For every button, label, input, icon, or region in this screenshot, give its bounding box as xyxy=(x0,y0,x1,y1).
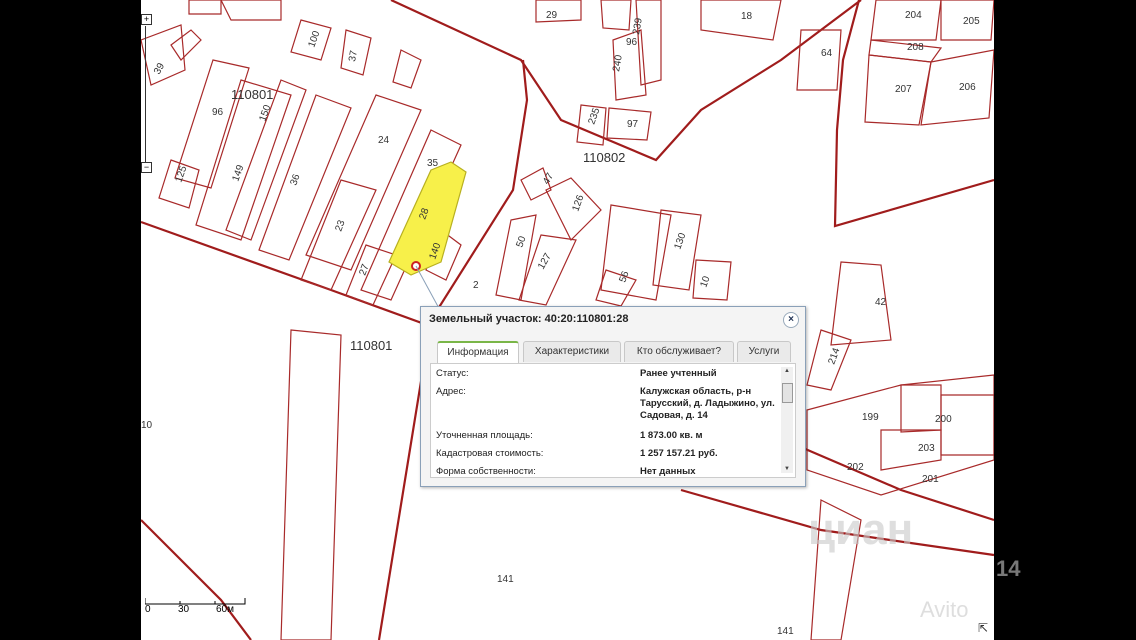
parcel-label: 130 xyxy=(672,231,688,251)
scroll-down-icon[interactable]: ▼ xyxy=(782,465,792,473)
parcel-label: 27 xyxy=(357,262,371,277)
parcel-label: 203 xyxy=(918,443,935,454)
parcel-label: 201 xyxy=(922,474,939,485)
parcel-label: 214 xyxy=(826,346,842,366)
parcel-label: 141 xyxy=(497,574,514,585)
parcel-label: 96 xyxy=(626,37,638,48)
parcel-info-popup: Земельный участок: 40:20:110801:28 × Инф… xyxy=(420,306,806,487)
parcel-label: 23 xyxy=(333,218,347,233)
parcel-label: 199 xyxy=(862,412,879,423)
scale-label-0: 0 xyxy=(145,604,151,615)
parcel-label: 42 xyxy=(875,297,887,308)
block-boundary xyxy=(390,0,862,162)
parcel-label: 36 xyxy=(288,172,302,187)
parcel-label: 202 xyxy=(847,462,864,473)
parcel-label: 141 xyxy=(777,626,794,637)
scale-label-30: 30 xyxy=(178,604,190,615)
parcel-label: 110801 xyxy=(231,87,273,102)
parcel-label: 37 xyxy=(347,49,360,62)
scroll-thumb[interactable] xyxy=(782,383,793,403)
parcel-label: 29 xyxy=(546,10,558,21)
scale-ruler xyxy=(145,598,246,605)
parcel-label: 205 xyxy=(963,16,980,27)
parcel-label: 235 xyxy=(586,106,602,126)
parcel-label: 200 xyxy=(935,414,952,425)
area-label: Уточненная площадь: xyxy=(436,430,533,441)
parcel-label: 240 xyxy=(611,54,625,73)
cian-watermark: циан xyxy=(808,505,914,554)
parcel-label: 239 xyxy=(631,17,645,36)
parcel-label: 24 xyxy=(378,135,390,146)
parcel-label: 208 xyxy=(907,42,924,53)
parcel-label: 96 xyxy=(212,107,224,118)
cost-label: Кадастровая стоимость: xyxy=(436,448,544,459)
parcel-label: 64 xyxy=(821,48,833,59)
parcel-label: 204 xyxy=(905,10,922,21)
block-boundary-2 xyxy=(833,0,994,228)
cian-watermark-number: 14 xyxy=(996,556,1021,581)
popup-scrollbar[interactable]: ▲ ▼ xyxy=(781,367,793,473)
parcel-label: 207 xyxy=(895,84,912,95)
address-value: Калужская область, р-н Тарусский, д. Лад… xyxy=(640,386,775,421)
parcel-label: 2 xyxy=(473,280,479,291)
tab-characteristics[interactable]: Характеристики xyxy=(523,341,621,362)
parcel-label: 110802 xyxy=(583,150,625,165)
parcel-label: 10 xyxy=(141,420,153,431)
parcel-label: 10 xyxy=(698,274,712,289)
ownership-label: Форма собственности: xyxy=(436,466,536,477)
status-value: Ранее учтенный xyxy=(640,368,717,379)
popup-content[interactable]: Статус: Ранее учтенный Адрес: Калужская … xyxy=(430,363,796,478)
parcel-label: 127 xyxy=(536,251,554,271)
close-icon[interactable]: × xyxy=(783,312,799,328)
parcel-label: 110801 xyxy=(350,338,392,353)
scale-label-60: 60м xyxy=(216,604,234,615)
parcel-label: 97 xyxy=(627,119,639,130)
cost-value: 1 257 157.21 руб. xyxy=(640,448,718,459)
status-label: Статус: xyxy=(436,368,469,379)
parcel-label: 47 xyxy=(541,171,556,187)
parcel-label: 39 xyxy=(152,61,167,77)
zoom-out-button[interactable]: − xyxy=(141,162,152,173)
ownership-value: Нет данных xyxy=(640,466,696,477)
lower-boundary xyxy=(141,519,252,640)
popup-title: Земельный участок: 40:20:110801:28 xyxy=(429,313,629,325)
zoom-control[interactable]: + − xyxy=(141,14,152,174)
parcel-label: 126 xyxy=(570,193,586,213)
tab-info[interactable]: Информация xyxy=(437,341,519,363)
avito-watermark: Avito xyxy=(920,597,969,622)
tab-who-serves[interactable]: Кто обслуживает? xyxy=(624,341,734,362)
scroll-up-icon[interactable]: ▲ xyxy=(782,367,792,375)
zoom-in-button[interactable]: + xyxy=(141,14,152,25)
address-label: Адрес: xyxy=(436,386,466,397)
parcel-label: 206 xyxy=(959,82,976,93)
parcel-label: 50 xyxy=(514,234,528,249)
zoom-slider-track[interactable] xyxy=(145,26,146,162)
area-value: 1 873.00 кв. м xyxy=(640,430,703,441)
parcel-label: 35 xyxy=(427,158,439,169)
parcel-label: 100 xyxy=(306,29,322,49)
resize-icon[interactable]: ⇱ xyxy=(978,621,988,635)
tab-services[interactable]: Услуги xyxy=(737,341,791,362)
parcel-label: 18 xyxy=(741,11,753,22)
parcel-label: 56 xyxy=(617,269,631,284)
